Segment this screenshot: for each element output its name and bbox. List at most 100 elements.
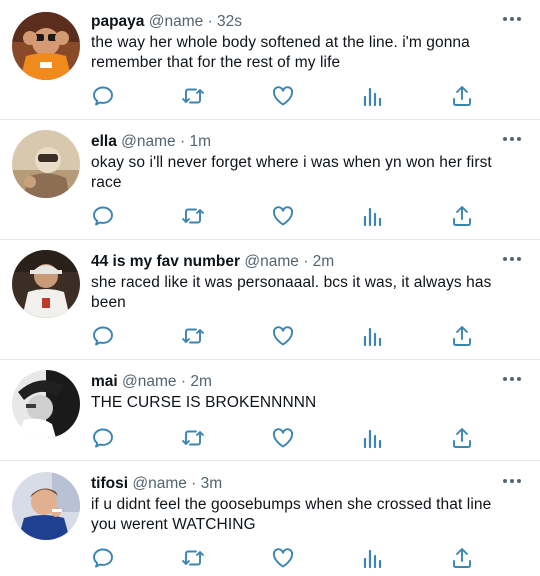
handle[interactable]: @name — [132, 475, 187, 492]
reply-icon — [93, 548, 113, 568]
share-icon — [453, 428, 471, 448]
avatar[interactable] — [12, 472, 80, 540]
tweet-text: okay so i'll never forget where i was wh… — [91, 154, 492, 191]
username[interactable]: tifosi — [91, 475, 128, 492]
reply-button[interactable] — [91, 546, 115, 570]
username[interactable]: ella — [91, 133, 117, 150]
reply-button[interactable] — [91, 84, 115, 108]
avatar[interactable] — [12, 250, 80, 318]
beige-photo-avatar-icon — [12, 130, 80, 198]
orange-hands-avatar-icon — [12, 12, 80, 80]
tweet-text: THE CURSE IS BROKENNNNN — [91, 394, 317, 411]
divider — [0, 359, 540, 360]
separator: · — [207, 13, 213, 30]
username[interactable]: mai — [91, 373, 118, 390]
tweet-text: the way her whole body softened at the l… — [91, 34, 470, 71]
like-button[interactable] — [271, 84, 295, 108]
cap-man-avatar-icon — [12, 250, 80, 318]
tweet-feed: papaya @name · 32s the way her whole bod… — [0, 0, 540, 576]
share-button[interactable] — [450, 426, 474, 450]
share-icon — [453, 548, 471, 568]
tweet-header: mai @name · 2m — [91, 372, 212, 392]
more-icon[interactable] — [502, 256, 522, 262]
share-button[interactable] — [450, 84, 474, 108]
share-button[interactable] — [450, 204, 474, 228]
analytics-button[interactable] — [360, 546, 384, 570]
action-bar — [0, 204, 540, 228]
like-button[interactable] — [271, 426, 295, 450]
reply-icon — [93, 326, 113, 346]
tweet-text: if u didnt feel the goosebumps when she … — [91, 496, 492, 533]
heart-icon — [272, 548, 294, 568]
more-icon[interactable] — [502, 136, 522, 142]
more-icon[interactable] — [502, 478, 522, 484]
tweet-header: tifosi @name · 3m — [91, 474, 222, 494]
analytics-button[interactable] — [360, 426, 384, 450]
analytics-button[interactable] — [360, 324, 384, 348]
timestamp[interactable]: 32s — [217, 13, 242, 30]
tweet-header: ella @name · 1m — [91, 132, 211, 152]
like-button[interactable] — [271, 546, 295, 570]
separator: · — [303, 253, 309, 270]
username[interactable]: 44 is my fav number — [91, 253, 240, 270]
retweet-icon — [182, 328, 204, 344]
analytics-icon — [363, 549, 382, 569]
analytics-button[interactable] — [360, 84, 384, 108]
share-icon — [453, 326, 471, 346]
action-bar — [0, 84, 540, 108]
reply-button[interactable] — [91, 324, 115, 348]
avatar[interactable] — [12, 12, 80, 80]
timestamp[interactable]: 3m — [201, 475, 223, 492]
analytics-button[interactable] — [360, 204, 384, 228]
tweet-header: papaya @name · 32s — [91, 12, 242, 32]
tweet[interactable]: ella @name · 1m okay so i'll never forge… — [0, 130, 540, 240]
avatar[interactable] — [12, 130, 80, 198]
tweet-header: 44 is my fav number @name · 2m — [91, 252, 334, 272]
retweet-icon — [182, 88, 204, 104]
timestamp[interactable]: 2m — [190, 373, 212, 390]
retweet-icon — [182, 430, 204, 446]
share-button[interactable] — [450, 324, 474, 348]
heart-icon — [272, 326, 294, 346]
handle[interactable]: @name — [121, 133, 176, 150]
retweet-button[interactable] — [181, 204, 205, 228]
like-button[interactable] — [271, 324, 295, 348]
share-icon — [453, 206, 471, 226]
share-button[interactable] — [450, 546, 474, 570]
username[interactable]: papaya — [91, 13, 144, 30]
retweet-icon — [182, 208, 204, 224]
reply-icon — [93, 86, 113, 106]
share-icon — [453, 86, 471, 106]
analytics-icon — [363, 429, 382, 449]
heart-icon — [272, 86, 294, 106]
handle[interactable]: @name — [149, 13, 204, 30]
tweet[interactable]: papaya @name · 32s the way her whole bod… — [0, 12, 540, 120]
like-button[interactable] — [271, 204, 295, 228]
retweet-button[interactable] — [181, 546, 205, 570]
tweet-text: she raced like it was personaaal. bcs it… — [91, 274, 492, 311]
separator: · — [180, 373, 187, 390]
timestamp[interactable]: 2m — [313, 253, 335, 270]
reply-button[interactable] — [91, 204, 115, 228]
reply-icon — [93, 206, 113, 226]
handle[interactable]: @name — [244, 253, 299, 270]
reply-button[interactable] — [91, 426, 115, 450]
more-icon[interactable] — [502, 16, 522, 22]
retweet-button[interactable] — [181, 426, 205, 450]
divider — [0, 239, 540, 240]
separator: · — [180, 133, 186, 150]
tweet[interactable]: tifosi @name · 3m if u didnt feel the go… — [0, 472, 540, 576]
retweet-button[interactable] — [181, 324, 205, 348]
action-bar — [0, 546, 540, 570]
tweet[interactable]: mai @name · 2m THE CURSE IS BROKENNNNN — [0, 370, 540, 460]
tweet[interactable]: 44 is my fav number @name · 2m she raced… — [0, 250, 540, 360]
more-icon[interactable] — [502, 376, 522, 382]
divider — [0, 460, 540, 461]
timestamp[interactable]: 1m — [189, 133, 211, 150]
divider — [0, 119, 540, 120]
retweet-icon — [182, 550, 204, 566]
retweet-button[interactable] — [181, 84, 205, 108]
analytics-icon — [363, 87, 382, 107]
action-bar — [0, 324, 540, 348]
handle[interactable]: @name — [122, 373, 177, 390]
